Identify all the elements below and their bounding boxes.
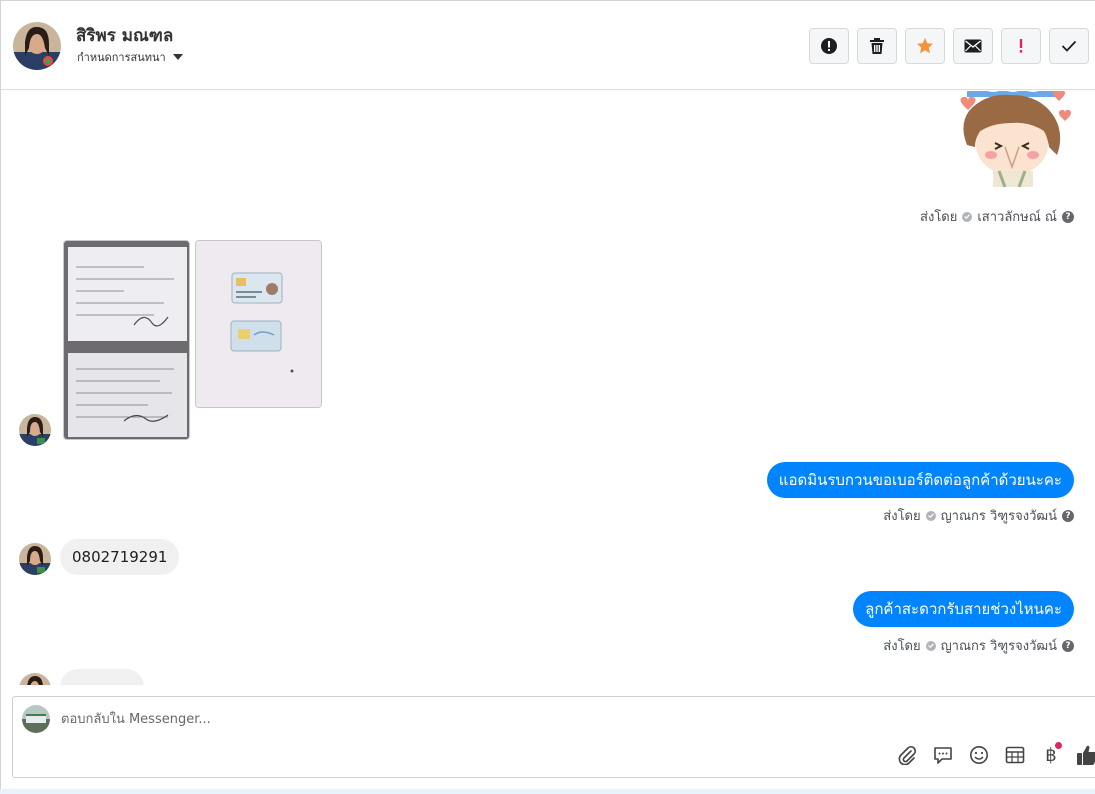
outgoing-message-bubble[interactable]: แอดมินรบกวนขอเบอร์ติดต่อลูกค้าด้วยนะคะ [766, 462, 1074, 498]
composer-toolbar: ฿ [895, 742, 1095, 767]
sticker-message[interactable] [949, 91, 1079, 188]
smiley-icon [970, 746, 988, 764]
reply-input[interactable] [61, 708, 661, 730]
question-circle-icon[interactable]: ? [1062, 509, 1074, 522]
assign-conversation-dropdown[interactable]: กำหนดการสนทนา [77, 48, 183, 66]
sent-by-label: ส่งโดย [883, 509, 921, 524]
payment-button[interactable]: ฿ [1039, 742, 1063, 767]
emoji-button[interactable] [967, 743, 991, 767]
verified-check-icon [925, 640, 936, 651]
id-card-photo[interactable] [195, 240, 322, 408]
exclamation-icon [1019, 39, 1023, 53]
page-avatar [22, 705, 50, 733]
contact-avatar[interactable] [13, 22, 61, 70]
alert-circle-icon [821, 38, 837, 54]
calendar-grid-icon [1005, 746, 1025, 764]
bottom-edge [0, 789, 1095, 794]
report-spam-button[interactable] [809, 28, 849, 64]
appointment-button[interactable] [1003, 743, 1027, 767]
mark-unread-button[interactable] [953, 28, 993, 64]
verified-check-icon [962, 211, 973, 222]
sender-name: เสาวลักษณ์ ณ์ [977, 210, 1057, 225]
paperclip-icon [898, 745, 917, 765]
like-button[interactable] [1075, 743, 1095, 767]
assign-conversation-label: กำหนดการสนทนา [77, 51, 166, 64]
saved-replies-button[interactable] [931, 743, 955, 767]
sent-by-label: ส่งโดย [920, 210, 958, 225]
trash-icon [870, 38, 884, 54]
verified-check-icon [925, 510, 936, 521]
sender-name: ญาณกร วิฑูรจงวัฒน์ [940, 509, 1057, 524]
mark-important-button[interactable] [1001, 28, 1041, 64]
delete-button[interactable] [857, 28, 897, 64]
message-list[interactable]: ส่งโดย เสาวลักษณ์ ณ์ ? แอดมินรบกวนขอเบอร… [1, 91, 1095, 685]
sent-by-line: ส่งโดย เสาวลักษณ์ ณ์ ? [920, 206, 1074, 227]
incoming-message-bubble-partial[interactable] [60, 669, 144, 685]
star-icon [917, 38, 933, 54]
star-button[interactable] [905, 28, 945, 64]
contact-name: สิริพร มณฑล [76, 26, 174, 46]
question-circle-icon[interactable]: ? [1062, 639, 1074, 652]
check-icon [1061, 40, 1077, 52]
caret-down-icon [172, 54, 183, 60]
envelope-icon [964, 39, 982, 53]
sender-name: ญาณกร วิฑูรจงวัฒน์ [940, 639, 1057, 654]
contact-avatar-small[interactable] [19, 543, 51, 575]
contact-avatar-small[interactable] [19, 414, 51, 446]
outgoing-message-bubble[interactable]: ลูกค้าสะดวกรับสายช่วงไหนคะ [853, 591, 1074, 627]
sent-by-line: ส่งโดย ญาณกร วิฑูรจงวัฒน์ ? [883, 505, 1074, 526]
mark-done-button[interactable] [1049, 28, 1089, 64]
sent-by-label: ส่งโดย [883, 639, 921, 654]
conversation-header: สิริพร มณฑล กำหนดการสนทนา [1, 1, 1095, 90]
contact-avatar-small[interactable] [19, 673, 51, 685]
attach-file-button[interactable] [895, 743, 919, 767]
document-photo[interactable] [63, 240, 190, 440]
sent-by-line: ส่งโดย ญาณกร วิฑูรจงวัฒน์ ? [883, 635, 1074, 656]
reply-composer: ฿ [12, 696, 1095, 778]
chat-bubble-icon [934, 747, 952, 764]
question-circle-icon[interactable]: ? [1062, 210, 1074, 223]
thumbs-up-icon [1077, 745, 1095, 765]
notification-dot [1055, 742, 1062, 749]
incoming-message-bubble[interactable]: 0802719291 [60, 539, 180, 575]
header-actions [809, 28, 1089, 64]
